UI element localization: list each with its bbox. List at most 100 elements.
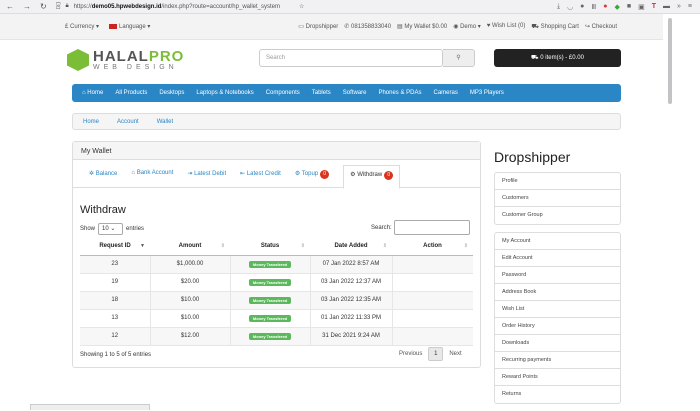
sidebar-item-returns[interactable]: Returns	[495, 386, 620, 403]
cell-request-id: 18	[80, 291, 151, 310]
breadcrumb-home[interactable]: Home	[83, 119, 99, 125]
col-date-added[interactable]: Date Added ⇕	[310, 238, 392, 256]
status-bar-tab	[30, 404, 150, 410]
sidebar-item-address-book[interactable]: Address Book	[495, 284, 620, 301]
sidebar-item-recurring-payments[interactable]: Recurring payments	[495, 352, 620, 369]
phone-link[interactable]: ✆ 081358833040	[344, 23, 391, 31]
next-button[interactable]: Next	[449, 351, 461, 357]
dropshipper-link[interactable]: ▭ Dropshipper	[298, 23, 338, 31]
breadcrumb-wallet[interactable]: Wallet	[157, 119, 173, 125]
account-dropdown[interactable]: ◉ Demo ▾	[453, 23, 481, 31]
menu-item-home[interactable]: ⌂ Home	[82, 90, 103, 96]
col-request-id[interactable]: Request ID ▼	[80, 238, 150, 256]
cart-link[interactable]: ⛟ Shopping Cart	[531, 23, 579, 31]
scrollbar-thumb[interactable]	[668, 18, 672, 104]
menu-item-components[interactable]: Components	[266, 90, 300, 96]
breadcrumb-account[interactable]: Account	[117, 119, 139, 125]
tab-latest-credit[interactable]: ⇤ Latest Credit	[240, 170, 281, 187]
checkout-link[interactable]: ↪ Checkout	[585, 23, 617, 31]
sidebar-group-account: My Account Edit Account Password Address…	[494, 232, 621, 404]
flag-ext-icon[interactable]: ▬	[663, 3, 670, 11]
show-label: Show	[80, 226, 96, 232]
sidebar-item-reward-points[interactable]: Reward Points	[495, 369, 620, 386]
col-action[interactable]: Action ⇕	[392, 238, 473, 256]
wallet-panel: My Wallet ✲ Balance ⌂ Bank Account ⇥ Lat…	[72, 141, 481, 368]
grammar-icon[interactable]: ■	[627, 3, 631, 11]
menu-icon[interactable]: ≡	[688, 3, 692, 11]
tab-balance[interactable]: ✲ Balance	[89, 170, 117, 187]
cell-date: 07 Jan 2022 8:57 AM	[310, 255, 393, 274]
sort-icon: ▼	[140, 243, 145, 250]
menu-item-cameras[interactable]: Cameras	[433, 90, 457, 96]
tool-icon[interactable]: ▣	[638, 3, 645, 11]
cell-date: 01 Jan 2022 11:33 PM	[310, 309, 393, 328]
search-button[interactable]: ⚲	[443, 49, 475, 67]
cell-date: 03 Jan 2022 12:37 AM	[310, 273, 393, 292]
shield-ext-icon[interactable]: ◆	[614, 3, 619, 11]
tab-latest-debit[interactable]: ⇥ Latest Debit	[187, 170, 226, 187]
reload-icon[interactable]: ↻	[40, 2, 47, 11]
download-icon[interactable]: ⤓	[557, 3, 560, 11]
status-badge: Money Transfered	[248, 278, 292, 286]
wallet-link[interactable]: ▤ My Wallet $0.00	[397, 23, 447, 31]
language-dropdown[interactable]: Language ▾	[109, 23, 150, 30]
breadcrumb: Home Account Wallet	[72, 113, 621, 130]
wishlist-link[interactable]: ♥ Wish List (0)	[487, 23, 526, 31]
menu-item-tablets[interactable]: Tablets	[312, 90, 331, 96]
entries-select[interactable]: 10 ⌄	[98, 223, 124, 235]
sidebar-item-password[interactable]: Password	[495, 267, 620, 284]
menu-item-phones[interactable]: Phones & PDAs	[378, 90, 421, 96]
logo[interactable]: HALALPRO WEB DESIGN	[67, 49, 184, 71]
search-icon: ⚲	[456, 55, 461, 61]
t-icon[interactable]: T	[652, 3, 656, 11]
adblock-icon[interactable]: ●	[603, 3, 607, 11]
menu-item-all-products[interactable]: All Products	[115, 90, 147, 96]
sidebar-item-customer-group[interactable]: Customer Group	[495, 207, 620, 224]
withdraw-title: Withdraw	[80, 204, 126, 216]
cart-icon: ⛟	[531, 55, 541, 61]
sidebar-title: Dropshipper	[494, 149, 571, 165]
sidebar-item-wish-list[interactable]: Wish List	[495, 301, 620, 318]
shield-icon: ⛉	[56, 3, 61, 9]
cell-amount: $12.00	[150, 327, 231, 346]
store-header: HALALPRO WEB DESIGN Search ⚲ ⛟ 0 item(s)…	[0, 40, 663, 84]
menu-item-mp3[interactable]: MP3 Players	[470, 90, 504, 96]
sidebar-item-edit-account[interactable]: Edit Account	[495, 250, 620, 267]
forward-icon[interactable]: →	[23, 2, 31, 11]
page-1-button[interactable]: 1	[428, 347, 444, 361]
sidebar-item-profile[interactable]: Profile	[495, 173, 620, 190]
tab-withdraw[interactable]: ⚙ Withdraw 0	[343, 165, 401, 189]
col-status[interactable]: Status ⇕	[230, 238, 310, 256]
bookmark-star-icon[interactable]: ☆	[299, 3, 304, 10]
tab-topup[interactable]: ⚙ Topup 0	[295, 170, 330, 187]
overflow-icon[interactable]: »	[677, 3, 681, 11]
back-icon[interactable]: ←	[6, 2, 14, 11]
col-amount[interactable]: Amount ⇕	[150, 238, 230, 256]
sidebar-group-dropshipper: Profile Customers Customer Group	[494, 172, 621, 225]
sidebar-item-my-account[interactable]: My Account	[495, 233, 620, 250]
status-badge: Money Transfered	[248, 260, 292, 268]
url-text[interactable]: https://demo05.hpwebdesign.id/index.php?…	[74, 4, 280, 10]
library-icon[interactable]: Ⅲ	[591, 3, 596, 11]
search-input[interactable]: Search	[259, 49, 443, 67]
sidebar-item-customers[interactable]: Customers	[495, 190, 620, 207]
sidebar-item-downloads[interactable]: Downloads	[495, 335, 620, 352]
currency-dropdown[interactable]: £ Currency ▾	[65, 23, 99, 30]
sidebar-item-order-history[interactable]: Order History	[495, 318, 620, 335]
main-menu: ⌂ Home All Products Desktops Laptops & N…	[72, 84, 621, 102]
cell-action	[392, 291, 473, 310]
menu-item-software[interactable]: Software	[343, 90, 367, 96]
menu-item-desktops[interactable]: Desktops	[159, 90, 184, 96]
table-header-row: Request ID ▼ Amount ⇕ Status ⇕ Date Added ⇕ …	[80, 238, 473, 256]
menu-item-laptops[interactable]: Laptops & Notebooks	[196, 90, 253, 96]
table-row: 13 $10.00 Money Transfered 01 Jan 2022 1…	[80, 309, 473, 328]
tab-bank-account[interactable]: ⌂ Bank Account	[131, 170, 173, 187]
pocket-icon[interactable]: ◡	[567, 3, 573, 11]
table-search-input[interactable]	[393, 220, 470, 235]
address-bar[interactable]: ⛉ 🔒︎ https://demo05.hpwebdesign.id/index…	[56, 3, 557, 10]
search-label: Search:	[371, 224, 392, 231]
cart-button[interactable]: ⛟ 0 item(s) - £0.00	[494, 49, 621, 67]
previous-button[interactable]: Previous	[399, 351, 422, 357]
extension-icon[interactable]: ●	[580, 3, 584, 11]
pagination: Previous 1 Next	[399, 347, 462, 361]
